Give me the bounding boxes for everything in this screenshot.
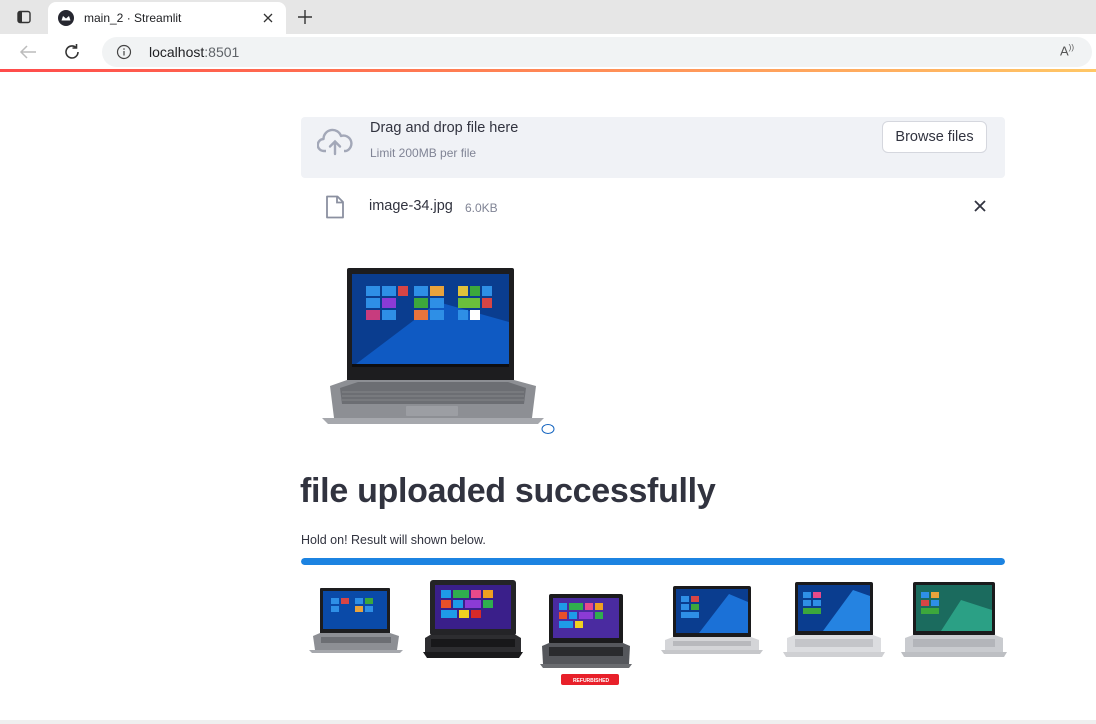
streamlit-favicon (58, 10, 74, 26)
reload-icon (65, 44, 79, 59)
close-icon (974, 200, 986, 212)
status-text: Hold on! Result will shown below. (301, 533, 486, 547)
url-port: :8501 (204, 44, 240, 60)
url-host: localhost (149, 44, 205, 60)
window-bottom-border (0, 720, 1096, 724)
streamlit-header-decoration (0, 69, 1096, 72)
results-gallery: REFURBISHED (301, 574, 1009, 689)
result-laptop-image: REFURBISHED (540, 594, 632, 685)
result-laptop-image (901, 582, 1007, 657)
new-tab-button[interactable] (294, 6, 316, 28)
remove-file-button[interactable] (970, 196, 990, 216)
sidebar-icon (17, 10, 31, 24)
dropzone-limit: Limit 200MB per file (370, 146, 477, 160)
browser-toolbar: localhost:8501 A)) (0, 34, 1096, 70)
tab-title: main_2 · Streamlit (84, 11, 182, 25)
tab-close-button[interactable] (258, 8, 278, 28)
file-icon (326, 195, 344, 219)
uploaded-laptop-image (322, 268, 555, 434)
cloud-upload-icon (317, 128, 353, 156)
reload-button[interactable] (60, 40, 84, 64)
file-size: 6.0KB (465, 201, 498, 215)
browser-tab-bar: main_2 · Streamlit (0, 0, 1096, 34)
close-icon (263, 13, 273, 23)
dropzone-title: Drag and drop file here (370, 120, 519, 136)
address-bar[interactable]: localhost:8501 A)) (102, 37, 1092, 67)
progress-bar (301, 558, 1005, 565)
read-aloud-icon[interactable]: A)) (1060, 43, 1078, 61)
browse-files-button[interactable]: Browse files (882, 121, 987, 153)
page-title: file uploaded successfully (300, 472, 716, 510)
result-laptop-image (783, 582, 885, 657)
file-dropzone[interactable]: Drag and drop file here Limit 200MB per … (301, 117, 1005, 178)
back-icon (19, 45, 36, 59)
uploaded-file-row: image-34.jpg 6.0KB (301, 190, 1005, 224)
plus-icon (298, 10, 312, 24)
result-laptop-image (309, 588, 403, 653)
back-button[interactable] (16, 40, 40, 64)
result-laptop-image (423, 580, 523, 658)
tab-actions-button[interactable] (10, 7, 38, 27)
browser-tab[interactable]: main_2 · Streamlit (48, 2, 286, 34)
progress-bar-fill (301, 558, 1005, 565)
result-laptop-image (661, 586, 763, 654)
url-text: localhost:8501 (149, 44, 239, 60)
info-icon[interactable] (116, 44, 132, 60)
refurbished-badge: REFURBISHED (573, 678, 610, 684)
file-name: image-34.jpg (369, 198, 453, 214)
